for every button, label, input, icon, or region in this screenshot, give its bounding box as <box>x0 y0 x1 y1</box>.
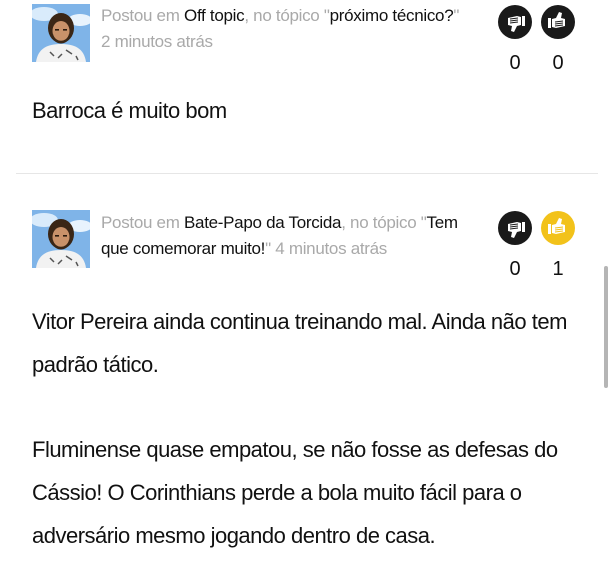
post-paragraph: Fluminense quase empatou, se não fosse a… <box>32 437 558 548</box>
post-divider <box>16 173 598 174</box>
post-paragraph: Barroca é muito bom <box>32 98 227 123</box>
comment-feed: Postou em Off topic, no tópico "próximo … <box>0 0 614 566</box>
post-time: 2 minutos atrás <box>101 32 213 51</box>
posted-in-label: Postou em <box>101 213 180 232</box>
forum-link[interactable]: Off topic <box>184 6 245 25</box>
post-content: Barroca é muito bom <box>32 93 572 129</box>
forum-link[interactable]: Bate-Papo da Torcida <box>184 213 341 232</box>
avatar[interactable] <box>32 210 90 268</box>
avatar-image <box>32 4 90 62</box>
quote-close: " <box>265 239 271 258</box>
post-paragraph: Vitor Pereira ainda continua treinando m… <box>32 309 567 377</box>
topic-label: , no tópico <box>341 213 421 232</box>
thumbs-up-icon-active[interactable] <box>541 211 575 245</box>
quote-close: " <box>453 6 460 25</box>
topic-link[interactable]: próximo técnico? <box>330 6 454 25</box>
scrollbar-thumb[interactable] <box>604 266 608 388</box>
post-content: Vitor Pereira ainda continua treinando m… <box>32 300 572 557</box>
avatar[interactable] <box>32 4 90 62</box>
post-meta: Postou em Bate-Papo da Torcida, no tópic… <box>101 210 466 262</box>
downvote-count: 0 <box>509 258 521 280</box>
topic-label: , no tópico <box>244 6 324 25</box>
downvote-count: 0 <box>509 52 521 74</box>
post-meta: Postou em Off topic, no tópico "próximo … <box>101 3 481 55</box>
thumbs-up-icon[interactable] <box>541 5 575 39</box>
posted-in-label: Postou em <box>101 6 180 25</box>
thumbs-down-icon[interactable] <box>498 5 532 39</box>
upvote-count: 1 <box>552 258 564 280</box>
upvote-count: 0 <box>552 52 564 74</box>
post-time: 4 minutos atrás <box>275 239 387 258</box>
thumbs-down-icon[interactable] <box>498 211 532 245</box>
avatar-image <box>32 210 90 268</box>
